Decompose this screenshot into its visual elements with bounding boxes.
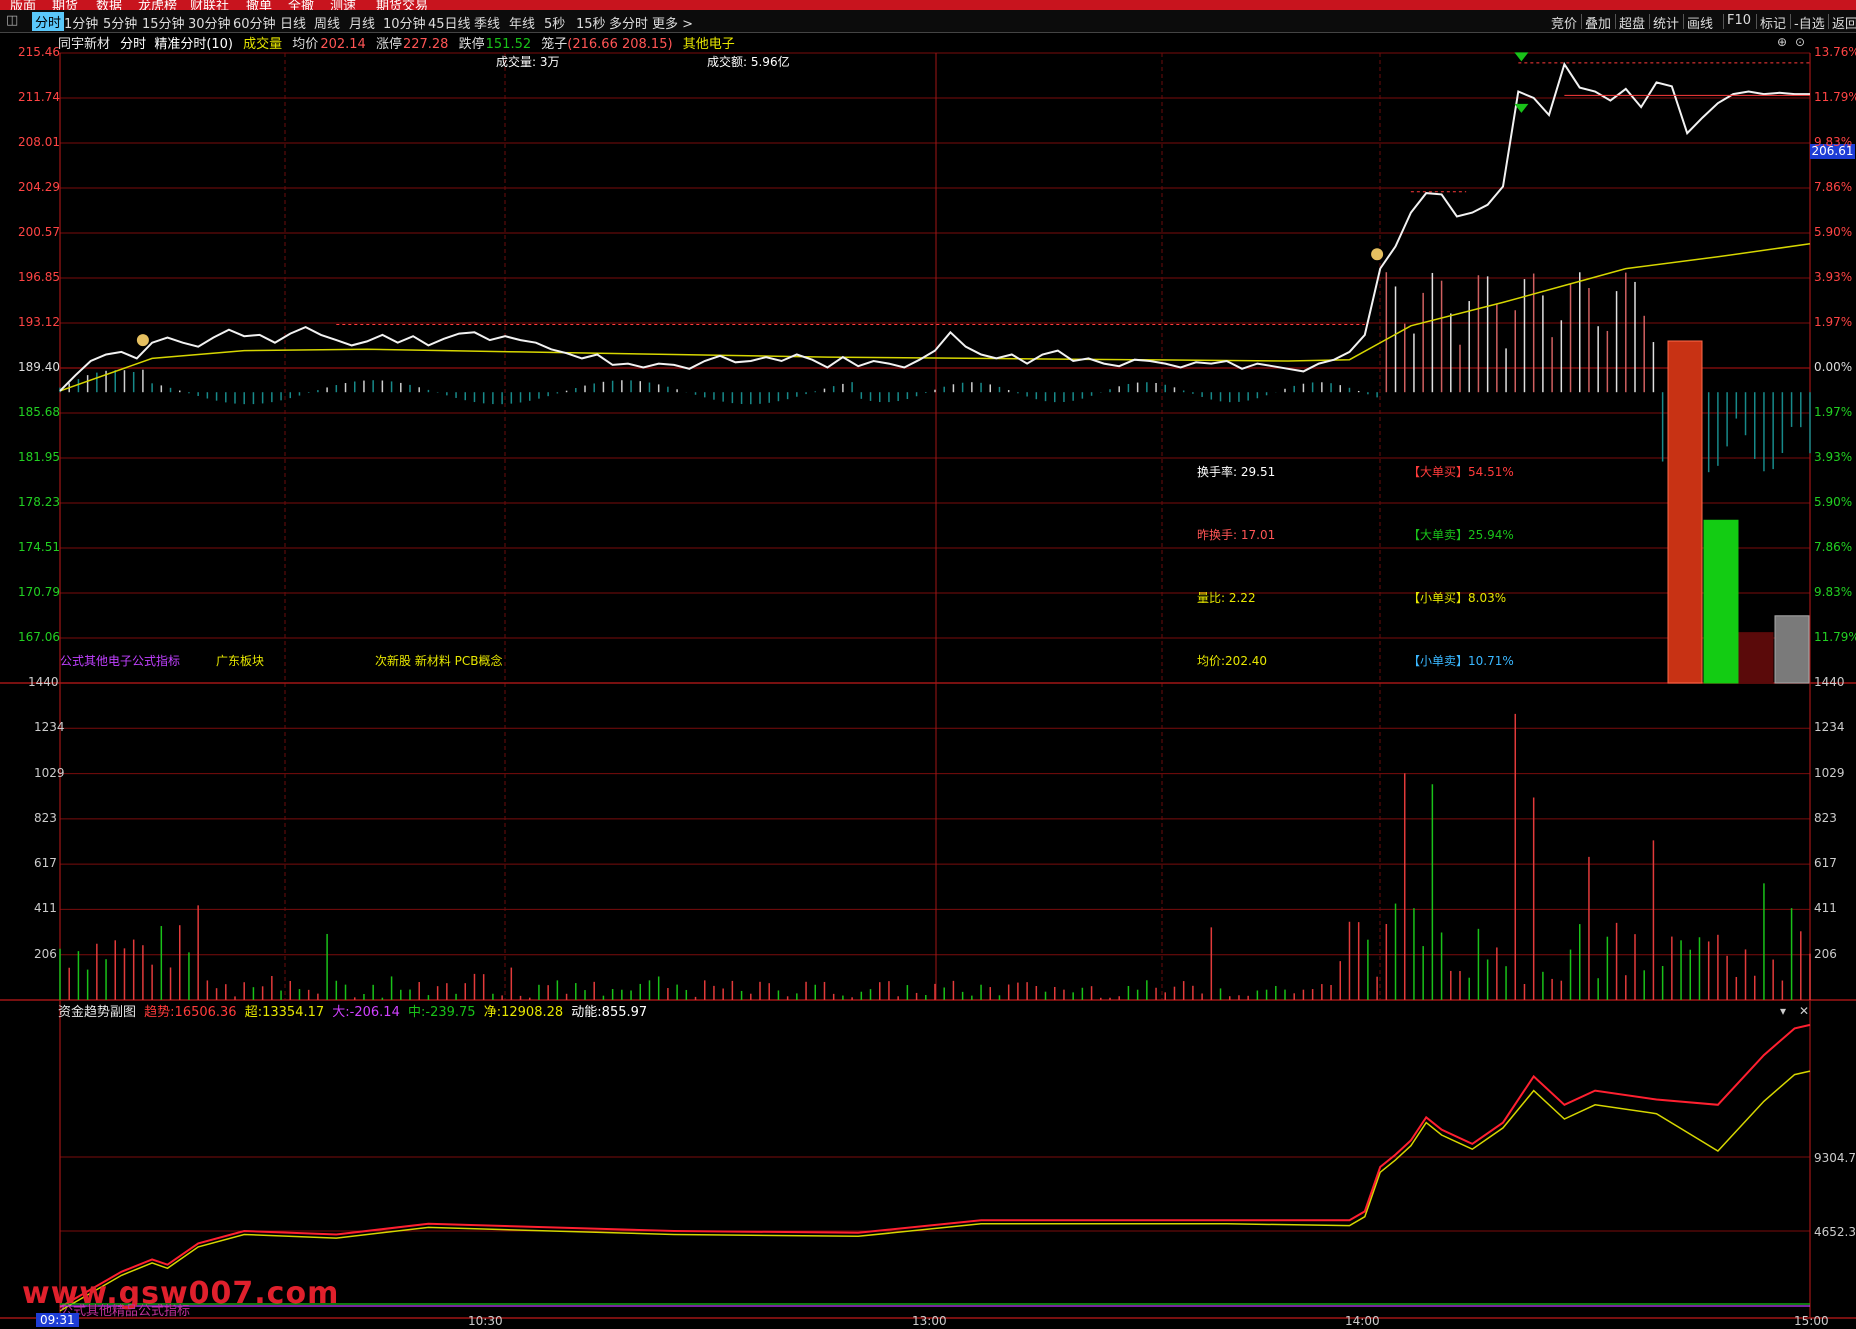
- price-tick: 208.01: [18, 135, 60, 149]
- pct-tick: 11.79%: [1814, 630, 1856, 644]
- volume-tick-right: 617: [1814, 856, 1837, 871]
- volume-tick: 1234: [34, 720, 65, 735]
- price-tick: 167.06: [18, 630, 60, 644]
- pct-tick: 9.83%: [1814, 585, 1853, 599]
- amount-total: 成交额: 5.96亿: [707, 55, 790, 69]
- price-tick: 211.74: [18, 90, 60, 104]
- price-momentum-bars: [59, 272, 1811, 473]
- big-label: 大:: [332, 1005, 350, 1020]
- fund-panel-name[interactable]: 资金趋势副图: [58, 1005, 136, 1020]
- chart-grid: [0, 52, 1856, 1319]
- big-buy-pct: 【大单买】54.51%: [1408, 465, 1514, 479]
- time-tick: 15:00: [1794, 1314, 1829, 1328]
- momentum-value: 855.97: [601, 1005, 648, 1020]
- volume-tick: 411: [34, 901, 57, 916]
- price-tick: 174.51: [18, 540, 60, 554]
- volume-tick-right: 1029: [1814, 765, 1845, 780]
- order-bar: [1774, 615, 1810, 684]
- fund-trend-lines: [59, 1023, 1811, 1312]
- pct-tick: 7.86%: [1814, 540, 1853, 554]
- volume-bars: [59, 713, 1811, 1000]
- volume-tick-right: 206: [1814, 946, 1837, 961]
- turnover-rate: 换手率: 29.51: [1197, 465, 1276, 479]
- fund-panel-title: 资金趋势副图 趋势:16506.36 超:13354.17 大:-206.14 …: [58, 1001, 651, 1020]
- pct-tick: 1.97%: [1814, 405, 1853, 419]
- pct-tick: 1.97%: [1814, 315, 1853, 329]
- volume-tick: 1440: [28, 675, 59, 689]
- price-tick: 196.85: [18, 270, 60, 284]
- pct-tick: 13.76%: [1814, 45, 1856, 59]
- time-tick: 14:00: [1345, 1314, 1380, 1328]
- time-cursor-label: 09:31: [36, 1313, 79, 1327]
- price-tick: 200.57: [18, 225, 60, 239]
- pct-tick: 3.93%: [1814, 450, 1853, 464]
- price-tick: 170.79: [18, 585, 60, 599]
- avg-price-line: [59, 243, 1811, 392]
- price-tick: 204.29: [18, 180, 60, 194]
- trend-label: 趋势:: [144, 1005, 175, 1020]
- order-distribution-bars: [1667, 340, 1810, 684]
- pct-tick: 0.00%: [1814, 360, 1853, 374]
- pct-tick: 11.79%: [1814, 90, 1856, 104]
- price-tick: 189.40: [18, 360, 60, 374]
- price-tick: 185.68: [18, 405, 60, 419]
- prev-turnover: 昨换手: 17.01: [1197, 528, 1276, 542]
- pct-tick: 5.90%: [1814, 495, 1853, 509]
- small-buy-pct: 【小单买】8.03%: [1408, 591, 1507, 605]
- sell-signal-icon[interactable]: [1514, 52, 1529, 62]
- mid-value: -239.75: [425, 1005, 476, 1020]
- mid-label: 中:: [408, 1005, 426, 1020]
- order-bar: [1738, 632, 1774, 684]
- price-tick: 215.46: [18, 45, 60, 59]
- volume-tick: 206: [34, 946, 57, 961]
- pct-tick: 3.93%: [1814, 270, 1853, 284]
- pct-tick: 7.86%: [1814, 180, 1853, 194]
- money-bag-icon[interactable]: [136, 334, 149, 347]
- momentum-label: 动能:: [571, 1005, 602, 1020]
- order-bar: [1667, 340, 1703, 684]
- price-tick: 193.12: [18, 315, 60, 329]
- big-sell-pct: 【大单卖】25.94%: [1408, 528, 1514, 542]
- fund-axis-lower: 4652.38: [1814, 1225, 1856, 1239]
- net-value: 12908.28: [501, 1005, 564, 1020]
- order-bar: [1703, 519, 1739, 684]
- volume-tick-right: 823: [1814, 810, 1837, 825]
- concept-tags[interactable]: 次新股 新材料 PCB概念: [375, 652, 502, 669]
- money-bag-icon[interactable]: [1371, 248, 1384, 261]
- avg-price-text: 均价:202.40: [1197, 654, 1268, 668]
- sector-board[interactable]: 广东板块: [216, 652, 264, 669]
- trend-value: 16506.36: [174, 1005, 237, 1020]
- price-tick: 178.23: [18, 495, 60, 509]
- fund-axis-upper: 9304.77: [1814, 1151, 1856, 1165]
- volume-tick-right: 411: [1814, 901, 1837, 916]
- net-label: 净:: [483, 1005, 502, 1020]
- time-tick: 10:30: [468, 1314, 503, 1328]
- chart-canvas[interactable]: [0, 0, 1856, 1329]
- pct-tick: 5.90%: [1814, 225, 1853, 239]
- volume-tick: 617: [34, 856, 57, 871]
- big-value: -206.14: [349, 1005, 400, 1020]
- pct-tick: 9.83%: [1814, 135, 1853, 149]
- trade-markers: [136, 52, 1529, 347]
- volume-tick-right: 1440: [1814, 675, 1845, 689]
- price-tick: 181.95: [18, 450, 60, 464]
- volume-tick: 1029: [34, 765, 65, 780]
- super-label: 超:: [244, 1005, 263, 1020]
- volume-total: 成交量: 3万: [496, 55, 560, 69]
- price-line: [59, 61, 1810, 392]
- watermark-sub: 公式其他精品公式指标: [60, 1304, 191, 1319]
- volume-tick-right: 1234: [1814, 720, 1845, 735]
- time-tick: 13:00: [912, 1314, 947, 1328]
- volume-ratio: 量比: 2.22: [1197, 591, 1256, 605]
- small-sell-pct: 【小单卖】10.71%: [1408, 654, 1514, 668]
- super-value: 13354.17: [262, 1005, 325, 1020]
- volume-tick: 823: [34, 810, 57, 825]
- formula-indicator-text: 公式其他电子公式指标: [60, 654, 181, 668]
- limit-dash-marks: [336, 62, 1810, 326]
